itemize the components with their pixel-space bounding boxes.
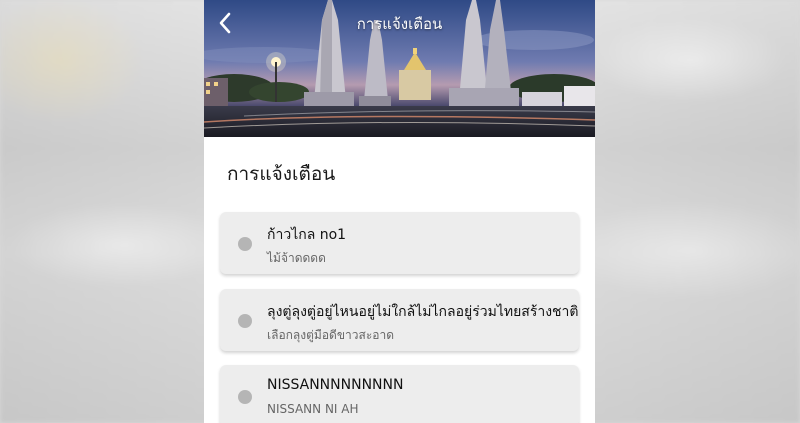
notification-subtitle: ไม้จ้าดดดด: [267, 251, 326, 265]
read-status-dot-icon: [238, 390, 252, 404]
notification-title: ก้าวไกล no1: [267, 227, 347, 243]
section-title: การแจ้งเตือน: [227, 163, 336, 185]
read-status-dot-icon: [238, 237, 252, 251]
notification-item[interactable]: ลุงตู่ลุงตู่อยู่ไหนอยู่ไม่ใกล้ไม่ไกลอยู่…: [220, 289, 579, 351]
read-status-dot-icon: [238, 314, 252, 328]
notification-item[interactable]: NISSANNNNNNNNN NISSANN NI AH: [220, 365, 579, 423]
notification-title: ลุงตู่ลุงตู่อยู่ไหนอยู่ไม่ใกล้ไม่ไกลอยู่…: [267, 304, 579, 320]
notification-item[interactable]: ก้าวไกล no1 ไม้จ้าดดดด: [220, 212, 579, 274]
notification-title: NISSANNNNNNNNN: [267, 377, 404, 393]
phone-screen: การแจ้งเตือน การแจ้งเตือน ก้าวไกล no1 ไม…: [204, 0, 595, 423]
header-title: การแจ้งเตือน: [356, 15, 443, 33]
notification-subtitle: NISSANN NI AH: [267, 402, 359, 416]
notification-subtitle: เลือกลุงตู่มือดีขาวสะอาด: [267, 328, 395, 342]
notifications-panel: การแจ้งเตือน ก้าวไกล no1 ไม้จ้าดดดด ลุงต…: [204, 137, 595, 423]
header-banner: การแจ้งเตือน: [204, 0, 595, 137]
